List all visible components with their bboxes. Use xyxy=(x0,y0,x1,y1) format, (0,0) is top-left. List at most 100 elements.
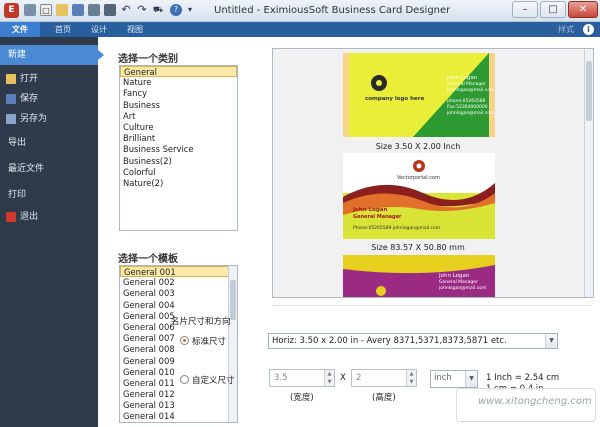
custom-size-radio[interactable] xyxy=(180,375,189,384)
list-item[interactable]: Nature xyxy=(120,77,237,88)
unit-select[interactable]: inch ▼ xyxy=(430,370,478,388)
stepper-down-icon[interactable]: ▼ xyxy=(324,378,334,386)
undo-icon[interactable]: ↶ xyxy=(120,4,132,16)
standard-size-select[interactable]: Horiz: 3.50 x 2.00 in - Avery 8371,5371,… xyxy=(268,333,558,349)
standard-size-radio[interactable] xyxy=(180,336,189,345)
title-bar: E □ ↶ ↷ ⛟ ? ▾ Untitled - EximiousSoft Bu… xyxy=(0,0,600,22)
card2-contact: Phone:05265589 johnlogan@mail.com xyxy=(353,226,441,231)
list-item[interactable]: General 013 xyxy=(120,400,237,411)
sidebar-item-recent[interactable]: 最近文件 xyxy=(0,159,98,179)
save-icon[interactable] xyxy=(72,4,84,16)
list-item[interactable]: General 012 xyxy=(120,389,237,400)
sidebar-item-label: 导出 xyxy=(8,138,27,148)
folder-open-icon[interactable] xyxy=(56,4,68,16)
card-preview-1[interactable]: company logo here John Logan General Man… xyxy=(343,53,495,137)
list-item[interactable]: General 004 xyxy=(120,300,237,311)
card1-name: John Logan xyxy=(447,75,478,81)
sidebar-item-exit[interactable]: 退出 xyxy=(0,207,98,227)
close-button[interactable]: ✕ xyxy=(568,1,598,18)
list-item[interactable]: Business(2) xyxy=(120,156,237,167)
sidebar-item-open[interactable]: 打开 xyxy=(0,69,98,89)
card3-email: johnlogan@mail.com xyxy=(439,286,487,291)
list-item[interactable]: Business Service xyxy=(120,144,237,155)
new-icon[interactable]: □ xyxy=(40,4,52,16)
sidebar-item-label: 退出 xyxy=(20,212,39,222)
window-title: Untitled - EximiousSoft Business Card De… xyxy=(214,5,451,16)
times-label: X xyxy=(340,373,346,383)
stepper-down-icon[interactable]: ▼ xyxy=(406,378,416,386)
save-icon xyxy=(6,93,16,104)
height-stepper[interactable]: 2 ▲ ▼ xyxy=(351,369,417,387)
sidebar-item-label: 保存 xyxy=(20,94,39,104)
size-orientation-label: 名片尺寸和方向 xyxy=(171,317,231,327)
list-item[interactable]: Nature(2) xyxy=(120,178,237,189)
list-item[interactable]: General 003 xyxy=(120,288,237,299)
cart-icon[interactable]: ⛟ xyxy=(152,4,164,16)
list-item[interactable]: Brilliant xyxy=(120,133,237,144)
category-list[interactable]: General Nature Fancy Business Art Culture Bril… xyxy=(119,65,238,231)
sidebar-item-export[interactable]: 导出 xyxy=(0,133,98,153)
sidebar-item-label: 新建 xyxy=(8,50,27,60)
tab-view[interactable]: 视图 xyxy=(120,22,150,37)
card1-title: General Manager xyxy=(447,82,486,87)
folder-open-icon xyxy=(6,73,16,84)
stepper-up-icon[interactable]: ▲ xyxy=(324,370,334,378)
custom-size-label: 自定义尺寸 xyxy=(192,376,235,386)
chevron-down-icon[interactable]: ▼ xyxy=(545,334,557,348)
card-preview-2[interactable]: Vectorportal.com John Logan General Mana… xyxy=(343,153,495,239)
width-caption: (宽度) xyxy=(290,393,314,403)
dropdown-icon[interactable]: ▾ xyxy=(184,4,196,16)
redo-icon[interactable]: ↷ xyxy=(136,4,148,16)
options-divider xyxy=(272,305,592,306)
card1-logo-text: company logo here xyxy=(365,96,425,102)
card1-size-caption: Size 3.50 X 2.00 Inch xyxy=(375,142,461,151)
app-icon[interactable]: E xyxy=(4,3,19,18)
template-scrollbar[interactable] xyxy=(228,266,237,422)
separator-icon xyxy=(24,4,36,16)
card3-name: John Logan xyxy=(439,273,470,279)
category-heading: 选择一个类别 xyxy=(118,54,178,65)
card-preview-3[interactable]: John Logan General Manager johnlogan@mai… xyxy=(343,255,495,297)
sidebar-item-label: 最近文件 xyxy=(8,164,45,174)
minimize-button[interactable]: – xyxy=(512,1,538,18)
list-item[interactable]: Fancy xyxy=(120,88,237,99)
watermark-text: www.xitongcheng.com xyxy=(478,396,592,407)
help-icon[interactable]: ? xyxy=(170,4,182,16)
sidebar-item-save-as[interactable]: 另存为 xyxy=(0,109,98,129)
chevron-down-icon[interactable]: ▼ xyxy=(465,371,477,387)
list-item[interactable]: General 014 xyxy=(120,411,237,422)
list-item[interactable]: Business xyxy=(120,100,237,111)
tab-home[interactable]: 首页 xyxy=(48,22,78,37)
tab-file[interactable]: 文件 xyxy=(0,22,40,37)
card2-size-caption: Size 83.57 X 50.80 mm xyxy=(371,243,465,252)
card3-title: General Manager xyxy=(439,280,478,285)
tab-design[interactable]: 设计 xyxy=(84,22,114,37)
ribbon-tabs: 文件 首页 设计 视图 样式 i xyxy=(0,22,600,37)
width-stepper[interactable]: 3.5 ▲ ▼ xyxy=(269,369,335,387)
list-item[interactable]: General 001 xyxy=(120,266,237,278)
print-icon[interactable] xyxy=(104,4,116,16)
sidebar-item-new[interactable]: 新建 xyxy=(0,45,104,65)
stepper-up-icon[interactable]: ▲ xyxy=(406,370,416,378)
sidebar-item-label: 打印 xyxy=(8,190,27,200)
card3-art xyxy=(343,255,495,297)
list-item[interactable]: General 002 xyxy=(120,277,237,288)
list-item[interactable]: General 009 xyxy=(120,356,237,367)
standard-size-label: 标准尺寸 xyxy=(192,337,227,347)
save-as-icon xyxy=(6,113,16,124)
preview-scrollbar[interactable] xyxy=(584,49,593,297)
print-preview-icon[interactable] xyxy=(88,4,100,16)
list-item[interactable]: Art xyxy=(120,111,237,122)
unit-value: inch xyxy=(434,373,452,383)
sidebar-item-label: 打开 xyxy=(20,74,39,84)
list-item[interactable]: Colorful xyxy=(120,167,237,178)
maximize-button[interactable]: □ xyxy=(540,1,566,18)
sidebar-item-label: 另存为 xyxy=(20,114,48,124)
list-item[interactable]: Culture xyxy=(120,122,237,133)
style-menu[interactable]: 样式 xyxy=(558,24,574,35)
sidebar-item-print[interactable]: 打印 xyxy=(0,185,98,205)
list-item[interactable]: General xyxy=(120,66,237,78)
card2-site: Vectorportal.com xyxy=(397,175,440,181)
info-icon[interactable]: i xyxy=(583,24,594,35)
sidebar-item-save[interactable]: 保存 xyxy=(0,89,98,109)
